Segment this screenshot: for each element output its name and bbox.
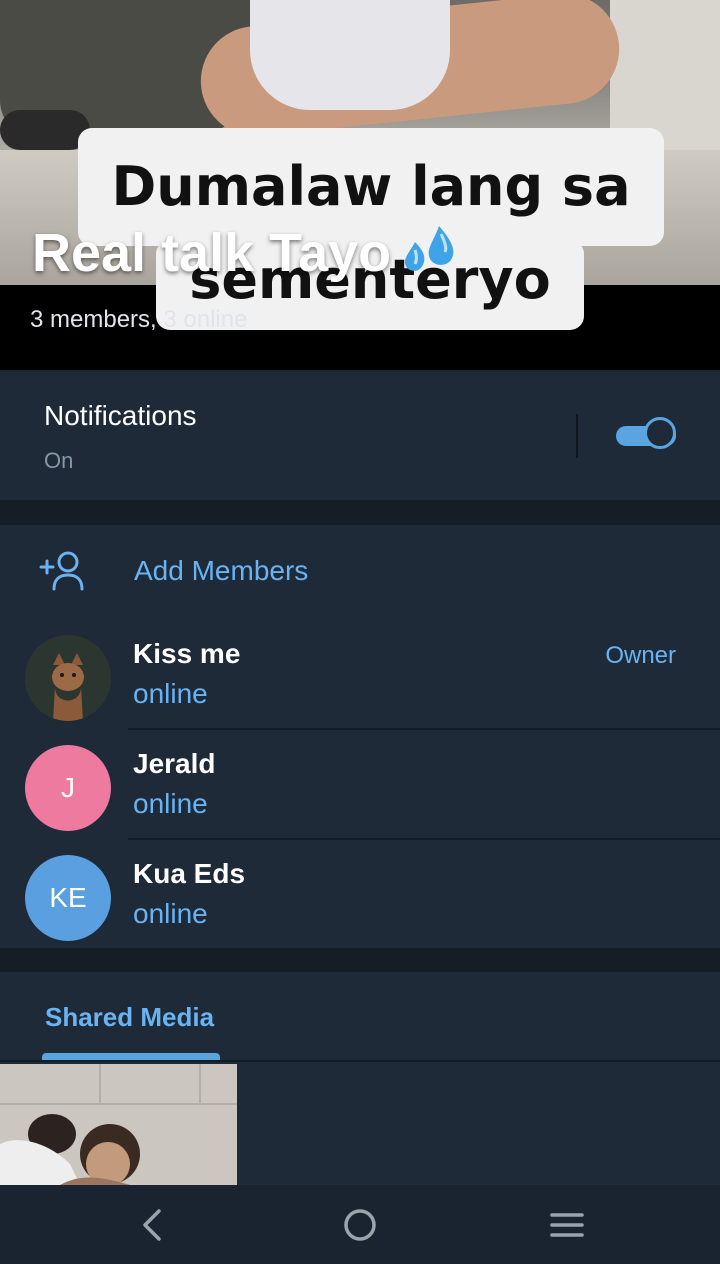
notifications-row[interactable]: Notifications On (0, 372, 720, 500)
photo-thumbnail-icon (0, 1064, 237, 1185)
group-header: Dumalaw lang sa sementeryo Real talk Tay… (0, 0, 720, 370)
member-row-kua-eds[interactable]: KE Kua Eds online (0, 840, 720, 950)
recents-icon[interactable] (545, 1203, 589, 1247)
add-user-icon (38, 549, 88, 593)
section-separator (0, 500, 720, 525)
photo-figure-shirt (250, 0, 450, 110)
member-name: Kua Eds (133, 858, 246, 889)
section-separator (0, 948, 720, 972)
notifications-value: On (44, 448, 74, 473)
member-name: Kiss me (133, 638, 241, 669)
toggle-knob (644, 417, 676, 449)
notifications-divider (576, 414, 578, 458)
sweat-droplets-icon (399, 222, 459, 291)
member-role-badge: Owner (605, 642, 676, 669)
tab-divider (0, 1060, 720, 1062)
members-section: Add Members Kiss me online Owner J Jeral… (0, 525, 720, 948)
member-status: online (133, 678, 208, 709)
group-title: Real talk Tayo (32, 222, 459, 291)
media-thumbnail[interactable] (0, 1064, 237, 1185)
notifications-toggle[interactable] (614, 416, 680, 454)
notifications-label: Notifications (44, 400, 197, 431)
member-status: online (133, 898, 208, 929)
add-members-button[interactable]: Add Members (0, 525, 720, 620)
avatar: J (25, 745, 111, 831)
system-navigation-bar (0, 1185, 720, 1264)
back-icon[interactable] (131, 1203, 175, 1247)
tab-shared-media[interactable]: Shared Media (45, 1002, 214, 1033)
group-subtitle: 3 members, 3 online (30, 306, 248, 333)
home-icon[interactable] (338, 1203, 382, 1247)
cat-photo-icon (25, 635, 111, 721)
avatar: KE (25, 855, 111, 941)
member-status: online (133, 788, 208, 819)
member-row-jerald[interactable]: J Jerald online (0, 730, 720, 840)
photo-figure-shoe (0, 110, 90, 150)
member-name: Jerald (133, 748, 216, 779)
member-row-kiss-me[interactable]: Kiss me online Owner (0, 620, 720, 730)
avatar (25, 635, 111, 721)
group-title-text: Real talk Tayo (32, 223, 392, 283)
add-members-label: Add Members (134, 555, 309, 586)
